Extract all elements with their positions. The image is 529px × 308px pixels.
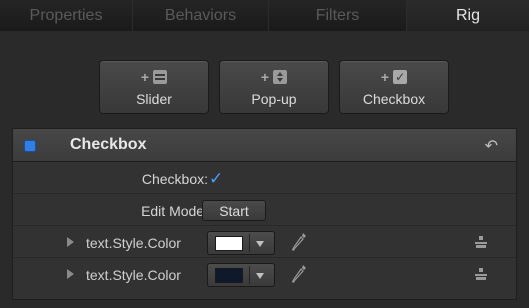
tab-filters[interactable]: Filters [269,0,407,31]
checkbox-icon: ✓ [393,70,408,84]
add-slider-label: Slider [136,91,172,107]
add-checkbox-button[interactable]: + ✓ Checkbox [339,60,449,114]
tab-behaviors[interactable]: Behaviors [133,0,269,31]
plus-icon: + [260,69,270,85]
slider-icon [153,70,168,84]
checkbox-row: Checkbox: ✓ [13,163,516,194]
tab-rig[interactable]: Rig [407,0,529,31]
edit-mode-row: Edit Mode: Start [13,195,516,226]
color-swatch [215,236,243,251]
widget-title: Checkbox [70,136,147,153]
checkbox-checkmark[interactable]: ✓ [209,169,223,189]
rig-icon[interactable] [474,267,488,281]
disclosure-triangle-icon[interactable] [67,269,74,279]
edit-mode-label: Edit Mode: [141,203,208,219]
tab-properties[interactable]: Properties [0,0,133,31]
parameter-row: text.Style.Color [13,259,516,290]
popup-icon [273,70,288,84]
add-slider-icon-row: + [140,67,168,87]
parameter-row: text.Style.Color [13,227,516,258]
color-well[interactable] [207,231,275,255]
checkbox-label: Checkbox: [141,171,208,187]
checkbox-widget-panel: Checkbox ↶ Checkbox: ✓ Edit Mode: Start … [12,128,517,300]
add-popup-button[interactable]: + Pop-up [219,60,329,114]
color-swatch [215,268,243,283]
color-well-divider [249,266,250,284]
eyedropper-icon[interactable] [289,230,309,254]
color-well-divider [249,234,250,252]
add-checkbox-label: Checkbox [362,91,426,107]
plus-icon: + [140,69,150,85]
widget-header: Checkbox ↶ [13,129,516,162]
parameter-label: text.Style.Color [86,235,181,251]
add-checkbox-icon-row: + ✓ [380,67,408,87]
add-popup-label: Pop-up [251,91,297,107]
widget-enable-toggle[interactable] [24,140,36,152]
color-well[interactable] [207,263,275,287]
add-popup-icon-row: + [260,67,288,87]
chevron-down-icon[interactable] [256,241,264,247]
eyedropper-icon[interactable] [289,262,309,286]
rig-icon[interactable] [474,235,488,249]
inspector-tabbar: Properties Behaviors Filters Rig [0,0,529,31]
reset-icon[interactable]: ↶ [485,136,498,156]
start-button[interactable]: Start [202,200,266,221]
chevron-down-icon[interactable] [256,273,264,279]
disclosure-triangle-icon[interactable] [67,237,74,247]
parameter-label: text.Style.Color [86,267,181,283]
add-slider-button[interactable]: + Slider [99,60,209,114]
plus-icon: + [380,69,390,85]
